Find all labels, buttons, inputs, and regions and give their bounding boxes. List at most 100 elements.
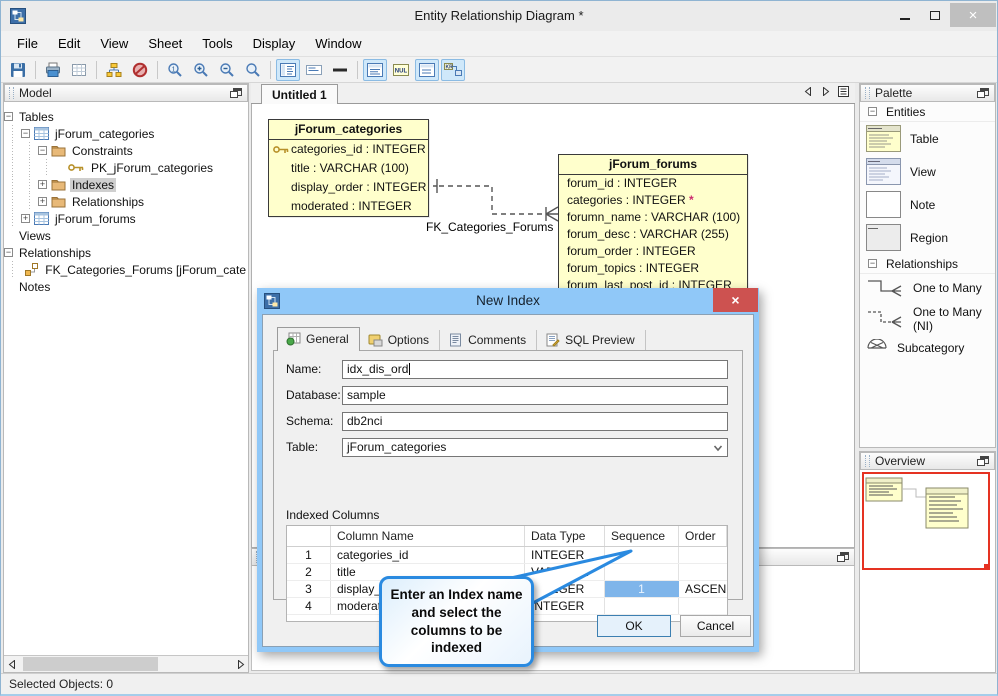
palette-section-entities[interactable]: − Entities — [860, 102, 995, 122]
tree-item-relationships[interactable]: + Relationships — [4, 193, 248, 210]
close-button[interactable]: × — [950, 3, 996, 27]
menu-item-tools[interactable]: Tools — [192, 31, 242, 57]
palette-item-region[interactable]: Region — [860, 221, 995, 254]
palette-item-table[interactable]: Table — [860, 122, 995, 155]
tree-item-label[interactable]: jForum_categories — [53, 127, 156, 141]
grid-cell-order[interactable]: ASCENDING — [679, 581, 727, 597]
entity-column[interactable]: display_order : INTEGER — [269, 178, 428, 197]
view-list-button[interactable] — [415, 58, 439, 81]
tree-item-constraints[interactable]: − Constraints — [4, 142, 248, 159]
cancel-button[interactable] — [128, 59, 152, 81]
float-panel-icon[interactable] — [230, 88, 242, 99]
tree-expander-minus[interactable]: − — [4, 248, 13, 257]
cancel-button[interactable]: Cancel — [680, 615, 751, 637]
menu-item-display[interactable]: Display — [243, 31, 306, 57]
tree-item-label[interactable]: jForum_forums — [53, 212, 138, 226]
scrollbar-track[interactable] — [20, 656, 232, 672]
scroll-left-icon[interactable] — [4, 656, 20, 672]
auto-layout-button[interactable] — [102, 59, 126, 81]
view-minimal-button[interactable] — [328, 59, 352, 81]
view-null-button[interactable]: NUL — [389, 59, 413, 81]
menu-item-window[interactable]: Window — [305, 31, 371, 57]
tree-expander-minus[interactable]: − — [21, 129, 30, 138]
next-tab-icon[interactable] — [821, 87, 830, 96]
zoom-out-button[interactable] — [215, 59, 239, 81]
dialog-close-button[interactable]: × — [713, 288, 758, 312]
dialog-tab-options[interactable]: Options — [360, 330, 441, 351]
tab-list-icon[interactable] — [838, 86, 849, 97]
zoom-button[interactable] — [241, 59, 265, 81]
tree-item-label[interactable]: Relationships — [70, 195, 146, 209]
tree-item-label[interactable]: Tables — [17, 110, 56, 124]
field-input[interactable]: idx_dis_ord — [342, 360, 728, 379]
grid-cell-rownum[interactable]: 1 — [287, 547, 331, 563]
dialog-tab-sql-preview[interactable]: SQL Preview — [537, 330, 646, 351]
zoom-in-button[interactable] — [189, 59, 213, 81]
section-collapse-icon[interactable]: − — [868, 107, 877, 116]
entity-title[interactable]: jForum_forums — [559, 155, 747, 175]
menu-item-view[interactable]: View — [90, 31, 138, 57]
menu-item-sheet[interactable]: Sheet — [138, 31, 192, 57]
grid-header-rownum[interactable] — [287, 526, 331, 546]
grid-cell-order[interactable] — [679, 598, 727, 614]
entity-column[interactable]: forumn_name : VARCHAR (100) — [559, 209, 747, 226]
model-tree-hscrollbar[interactable] — [4, 655, 248, 672]
entity-column[interactable]: moderated : INTEGER — [269, 197, 428, 216]
relationship-label[interactable]: FK_Categories_Forums — [426, 220, 553, 234]
prev-tab-icon[interactable] — [804, 87, 813, 96]
grid-cell-rownum[interactable]: 4 — [287, 598, 331, 614]
tree-item-fk-categories-forums-jforum-cate[interactable]: FK_Categories_Forums [jForum_cate — [4, 261, 248, 278]
view-outline-button[interactable] — [276, 58, 300, 81]
tree-item-tables[interactable]: − Tables — [4, 108, 248, 125]
zoom-actual-button[interactable]: 1 — [163, 59, 187, 81]
tree-item-label[interactable]: Views — [17, 229, 53, 243]
chevron-down-icon[interactable] — [713, 443, 723, 453]
menu-item-edit[interactable]: Edit — [48, 31, 90, 57]
palette-item-note[interactable]: Note — [860, 188, 995, 221]
palette-item-one-to-many[interactable]: One to Many — [860, 274, 995, 302]
entity-jforum_categories[interactable]: jForum_categories categories_id : INTEGER… — [268, 119, 429, 217]
tree-item-pk-jforum-categories[interactable]: PK_jForum_categories — [4, 159, 248, 176]
palette-item-view[interactable]: View — [860, 155, 995, 188]
entity-title[interactable]: jForum_categories — [269, 120, 428, 140]
palette-item-subcategory[interactable]: Subcategory — [860, 336, 995, 360]
tree-item-jforum-categories[interactable]: − jForum_categories — [4, 125, 248, 142]
tree-expander-minus[interactable]: − — [38, 146, 47, 155]
grid-cell-order[interactable] — [679, 547, 727, 563]
panel-grip[interactable] — [865, 455, 870, 467]
float-panel-icon[interactable] — [837, 552, 849, 563]
tree-item-label[interactable]: Notes — [17, 280, 52, 294]
tree-expander-minus[interactable]: − — [4, 112, 13, 121]
tree-expander-plus[interactable]: + — [21, 214, 30, 223]
scrollbar-thumb[interactable] — [23, 657, 158, 671]
view-relation-button[interactable]: KR — [441, 58, 465, 81]
minimize-button[interactable] — [890, 3, 920, 27]
print-button[interactable] — [41, 59, 65, 81]
tree-item-label[interactable]: FK_Categories_Forums [jForum_cate — [43, 263, 248, 277]
tree-item-label[interactable]: Relationships — [17, 246, 93, 260]
maximize-button[interactable] — [920, 3, 950, 27]
overview-map[interactable] — [860, 470, 995, 672]
entity-column[interactable]: forum_id : INTEGER — [559, 175, 747, 192]
dialog-tab-general[interactable]: General — [277, 327, 360, 351]
tree-item-notes[interactable]: Notes — [4, 278, 248, 295]
overview-viewport[interactable] — [862, 472, 990, 570]
float-panel-icon[interactable] — [977, 88, 989, 99]
palette-section-relationships[interactable]: − Relationships — [860, 254, 995, 274]
tree-item-indexes[interactable]: + Indexes — [4, 176, 248, 193]
grid-cell-rownum[interactable]: 3 — [287, 581, 331, 597]
entity-column[interactable]: categories : INTEGER * — [559, 192, 747, 209]
menu-item-file[interactable]: File — [7, 31, 48, 57]
scroll-right-icon[interactable] — [232, 656, 248, 672]
view-details-button[interactable] — [363, 58, 387, 81]
palette-item-one-to-many-ni[interactable]: One to Many (NI) — [860, 302, 995, 336]
entity-column[interactable]: categories_id : INTEGER — [269, 140, 428, 159]
document-tab[interactable]: Untitled 1 — [261, 84, 338, 104]
tree-item-views[interactable]: Views — [4, 227, 248, 244]
tree-item-relationships[interactable]: − Relationships — [4, 244, 248, 261]
tree-expander-plus[interactable]: + — [38, 197, 47, 206]
tree-item-jforum-forums[interactable]: + jForum_forums — [4, 210, 248, 227]
grid-cell-order[interactable] — [679, 564, 727, 580]
tree-item-label[interactable]: Constraints — [70, 144, 135, 158]
entity-column[interactable]: forum_topics : INTEGER — [559, 260, 747, 277]
